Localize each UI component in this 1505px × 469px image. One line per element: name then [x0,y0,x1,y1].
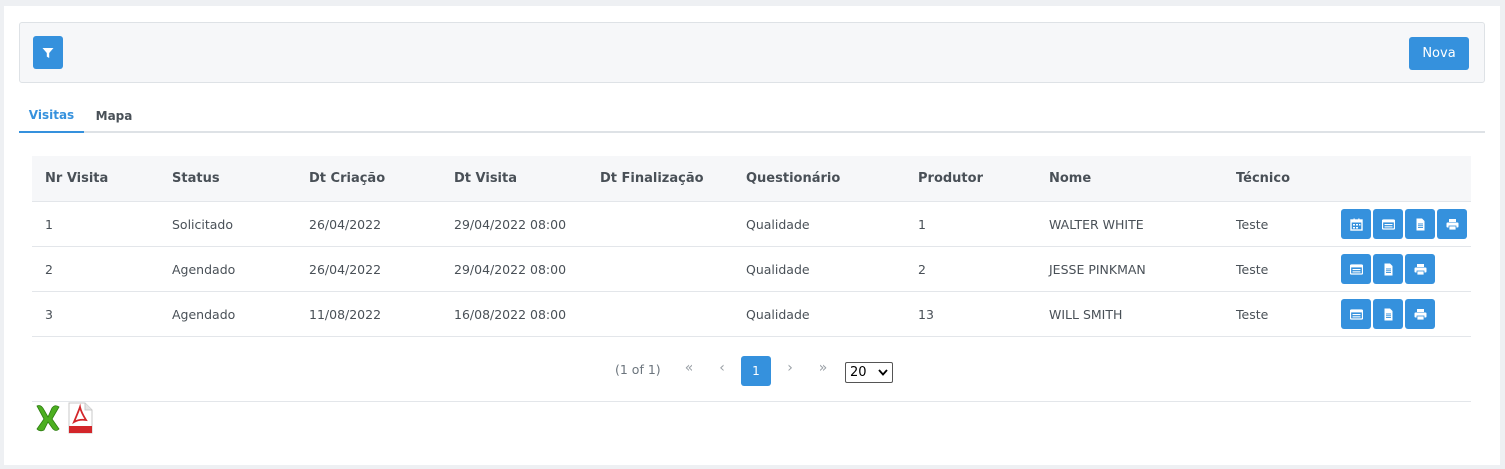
report-button[interactable] [1373,254,1403,284]
col-dt-finalizacao[interactable]: Dt Finalização [600,156,704,202]
schedule-button[interactable] [1341,209,1371,239]
table-header: Nr Visita Status Dt Criação Dt Visita Dt… [32,156,1471,202]
rows-per-page-value: 20 [850,365,867,380]
cell-questionario: Qualidade [746,217,810,232]
document-icon [1416,218,1424,230]
cell-produtor: 1 [918,217,926,232]
first-page-button[interactable]: « [677,360,701,380]
cell-dt-visita: 29/04/2022 08:00 [454,262,567,277]
cell-tecnico: Teste [1236,217,1269,232]
cell-dt-criacao: 11/08/2022 [309,307,382,322]
table-row[interactable]: 1 Solicitado 26/04/2022 29/04/2022 08:00… [32,202,1471,247]
cell-nome: WALTER WHITE [1049,217,1144,232]
cell-questionario: Qualidade [746,262,810,277]
main-card: Nova Visitas Mapa Nr Visita Status Dt Cr… [4,6,1500,465]
last-page-button[interactable]: » [811,360,835,380]
cell-status: Solicitado [172,217,234,232]
print-button[interactable] [1405,299,1435,329]
cell-nr-visita: 1 [45,217,53,232]
next-page-button[interactable]: › [778,360,802,380]
rows-per-page-select[interactable]: 20 [845,362,893,383]
print-icon [1414,308,1426,320]
row-actions [1341,254,1435,284]
col-nr-visita[interactable]: Nr Visita [45,156,108,202]
row-actions [1341,209,1467,239]
cell-status: Agendado [172,262,236,277]
cell-nome: WILL SMITH [1049,307,1123,322]
col-produtor[interactable]: Produtor [918,156,983,202]
col-status[interactable]: Status [172,156,220,202]
toolbar: Nova [19,22,1485,83]
document-icon [1384,263,1392,275]
cell-dt-visita: 16/08/2022 08:00 [454,307,567,322]
tab-visitas[interactable]: Visitas [19,98,84,133]
document-icon [1384,308,1392,320]
tab-mapa[interactable]: Mapa [84,98,144,133]
report-button[interactable] [1405,209,1435,239]
print-icon [1414,263,1426,275]
cell-tecnico: Teste [1236,262,1269,277]
list-icon [1349,308,1363,320]
col-questionario[interactable]: Questionário [746,156,840,202]
print-button[interactable] [1405,254,1435,284]
list-icon [1349,263,1363,275]
prev-page-button[interactable]: ‹ [710,360,734,380]
chevron-down-icon [878,369,888,376]
table-row[interactable]: 2 Agendado 26/04/2022 29/04/2022 08:00 Q… [32,247,1471,292]
print-button[interactable] [1437,209,1467,239]
details-button[interactable] [1341,254,1371,284]
cell-produtor: 2 [918,262,926,277]
row-actions [1341,299,1435,329]
col-tecnico[interactable]: Técnico [1236,156,1290,202]
table-row[interactable]: 3 Agendado 11/08/2022 16/08/2022 08:00 Q… [32,292,1471,337]
print-icon [1446,218,1458,230]
cell-tecnico: Teste [1236,307,1269,322]
col-dt-criacao[interactable]: Dt Criação [309,156,385,202]
visits-table: Nr Visita Status Dt Criação Dt Visita Dt… [32,156,1471,337]
pagination: (1 of 1) « ‹ 1 › » 20 [32,342,1471,402]
filter-icon [42,47,54,58]
cell-status: Agendado [172,307,236,322]
cell-dt-visita: 29/04/2022 08:00 [454,217,567,232]
cell-nr-visita: 3 [45,307,53,322]
col-dt-visita[interactable]: Dt Visita [454,156,517,202]
cell-produtor: 13 [918,307,934,322]
list-icon [1381,218,1395,230]
col-nome[interactable]: Nome [1049,156,1091,202]
details-button[interactable] [1341,299,1371,329]
calendar-icon [1349,218,1363,231]
pdf-icon[interactable] [66,402,94,434]
current-page-button[interactable]: 1 [741,356,771,386]
tab-bar: Visitas Mapa [19,98,1485,133]
details-button[interactable] [1373,209,1403,239]
cell-nr-visita: 2 [45,262,53,277]
export-bar [34,402,94,434]
filter-button[interactable] [33,36,63,69]
page-info: (1 of 1) [615,362,661,377]
nova-button[interactable]: Nova [1409,37,1469,70]
cell-questionario: Qualidade [746,307,810,322]
report-button[interactable] [1373,299,1403,329]
cell-dt-criacao: 26/04/2022 [309,217,382,232]
excel-icon[interactable] [34,402,62,434]
cell-dt-criacao: 26/04/2022 [309,262,382,277]
cell-nome: JESSE PINKMAN [1049,262,1146,277]
